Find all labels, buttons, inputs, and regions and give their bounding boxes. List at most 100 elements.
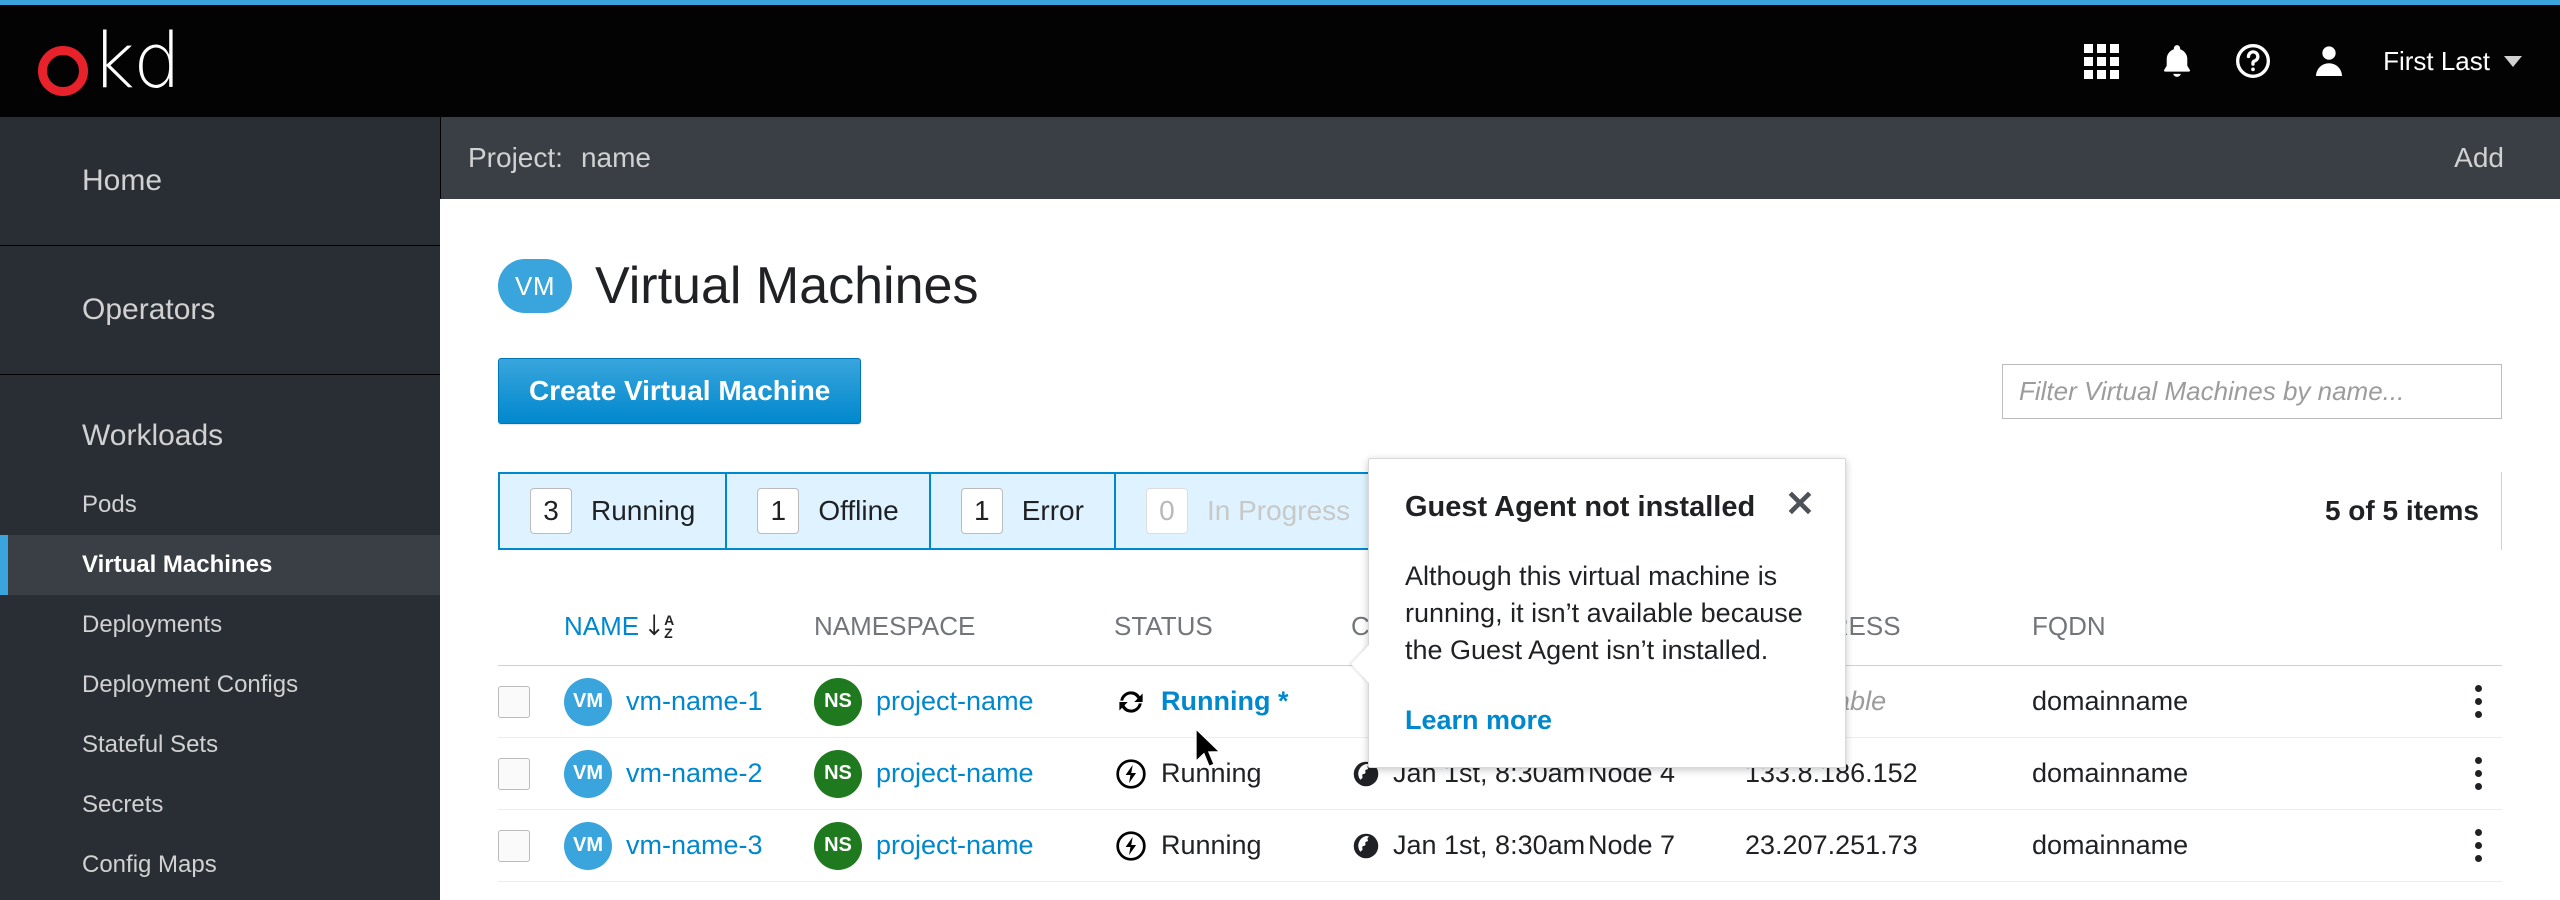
status-filter-offline-label: Offline: [818, 495, 899, 526]
row-actions-cell: [2412, 823, 2492, 868]
row-actions-cell: [2412, 751, 2492, 796]
sidebar-item-home[interactable]: Home: [0, 117, 440, 245]
sidebar-item-config-maps[interactable]: Config Maps: [0, 835, 440, 895]
row-namespace-link[interactable]: project-name: [876, 686, 1034, 717]
row-status-cell: Running: [1114, 829, 1351, 863]
row-name-link[interactable]: vm-name-3: [626, 830, 763, 861]
popover-title: Guest Agent not installed: [1405, 491, 1756, 523]
add-button[interactable]: Add: [2454, 142, 2504, 174]
items-count-label: 5 of 5 items: [2325, 472, 2502, 550]
create-virtual-machine-button[interactable]: Create Virtual Machine: [498, 358, 862, 424]
vm-badge-icon: VM: [564, 749, 612, 798]
sidebar-item-deployments[interactable]: Deployments: [0, 595, 440, 655]
popover-body-text: Although this virtual machine is running…: [1405, 561, 1803, 665]
status-filter-running-count: 3: [530, 488, 572, 534]
row-actions-cell: [2412, 679, 2492, 724]
table-header-name-label: NAME: [564, 611, 640, 641]
row-kebab-menu-icon[interactable]: [2465, 823, 2492, 868]
row-namespace-link[interactable]: project-name: [876, 830, 1034, 861]
okd-console-window: kd First Last Home Operators Workloads P…: [0, 0, 2560, 900]
okd-logo-o-icon: [38, 46, 88, 96]
sidebar-item-pods[interactable]: Pods: [0, 475, 440, 535]
row-namespace-link[interactable]: project-name: [876, 758, 1034, 789]
row-name-cell: VM vm-name-3: [564, 821, 814, 870]
table-row[interactable]: VM vm-name-3 NS project-name Running Jan…: [498, 810, 2502, 882]
table-header-namespace[interactable]: NAMESPACE: [814, 611, 1114, 642]
project-bar: Project: name Add: [440, 117, 2560, 199]
sidebar-section-workloads: Workloads Pods Virtual Machines Deployme…: [0, 375, 440, 900]
help-circle-icon[interactable]: [2215, 23, 2291, 99]
bolt-circle-icon: [1114, 757, 1148, 791]
popover-learn-more-link[interactable]: Learn more: [1369, 669, 1845, 736]
row-created-value: Jan 1st, 8:30am: [1393, 830, 1586, 860]
row-node-cell: Node 7: [1588, 830, 1676, 860]
ns-badge-icon: NS: [814, 677, 862, 726]
page-header: VM Virtual Machines: [498, 256, 2560, 316]
clock-globe-icon: [1351, 831, 1381, 861]
row-ip-cell: 23.207.251.73: [1745, 830, 1918, 860]
row-status-label: Running: [1161, 758, 1262, 788]
close-icon[interactable]: ✕: [1785, 486, 1815, 522]
popover-arrow: [1351, 645, 1369, 683]
row-status-label: Running: [1161, 830, 1262, 860]
table-header-name[interactable]: NAME AZ: [564, 611, 814, 642]
sort-alpha-down-icon: AZ: [647, 612, 674, 642]
project-name-selector[interactable]: name: [581, 142, 651, 174]
table-header-status[interactable]: STATUS: [1114, 611, 1351, 642]
sidebar-group-title-workloads: Workloads: [82, 419, 224, 452]
project-label: Project:: [468, 142, 563, 173]
sidebar-navigation: Home Operators Workloads Pods Virtual Ma…: [0, 117, 440, 900]
sidebar-item-virtual-machines[interactable]: Virtual Machines: [0, 535, 440, 595]
sidebar-item-secrets[interactable]: Secrets: [0, 775, 440, 835]
row-kebab-menu-icon[interactable]: [2465, 751, 2492, 796]
status-filter-running-label: Running: [591, 495, 696, 526]
row-namespace-cell: NS project-name: [814, 821, 1114, 870]
status-filter-running[interactable]: 3 Running: [500, 474, 728, 548]
row-namespace-cell: NS project-name: [814, 749, 1114, 798]
status-filter-offline[interactable]: 1 Offline: [727, 474, 931, 548]
vm-badge-icon: VM: [564, 821, 612, 870]
row-fqdn-cell: domainname: [2032, 830, 2189, 860]
user-name-label[interactable]: First Last: [2383, 46, 2490, 77]
row-checkbox[interactable]: [498, 757, 530, 790]
row-select-cell: [498, 829, 564, 862]
row-name-link[interactable]: vm-name-1: [626, 686, 763, 717]
sidebar-item-deployment-configs[interactable]: Deployment Configs: [0, 655, 440, 715]
row-fqdn-cell: domainname: [2032, 686, 2189, 716]
applications-grid-icon[interactable]: [2063, 23, 2139, 99]
status-filter-error[interactable]: 1 Error: [931, 474, 1116, 548]
row-status-cell: Running: [1114, 757, 1351, 791]
row-select-cell: [498, 685, 564, 718]
chevron-down-icon[interactable]: [2504, 55, 2522, 67]
status-filter-offline-count: 1: [757, 488, 800, 534]
row-status-label: Running *: [1161, 686, 1289, 716]
page-toolbar: Create Virtual Machine: [498, 358, 2502, 424]
status-filter-group: 3 Running 1 Offline 1 Error 0 In Progres…: [498, 472, 1383, 550]
sidebar-item-stateful-sets[interactable]: Stateful Sets: [0, 715, 440, 775]
bell-icon[interactable]: [2139, 23, 2215, 99]
row-checkbox[interactable]: [498, 829, 530, 862]
row-select-cell: [498, 757, 564, 790]
row-namespace-cell: NS project-name: [814, 677, 1114, 726]
row-created-cell: Jan 1st, 8:30am: [1351, 830, 1588, 861]
row-name-cell: VM vm-name-2: [564, 749, 814, 798]
table-header-fqdn[interactable]: FQDN: [2032, 611, 2412, 642]
row-checkbox[interactable]: [498, 685, 530, 718]
popover-header: Guest Agent not installed ✕: [1369, 459, 1845, 524]
filter-virtual-machines-input[interactable]: [2002, 363, 2502, 419]
row-name-link[interactable]: vm-name-2: [626, 758, 763, 789]
row-fqdn-cell: domainname: [2032, 758, 2189, 788]
status-filter-error-count: 1: [960, 488, 1003, 534]
sidebar-item-operators[interactable]: Operators: [0, 246, 440, 374]
sync-icon: [1114, 685, 1148, 719]
user-icon[interactable]: [2291, 23, 2367, 99]
row-name-cell: VM vm-name-1: [564, 677, 814, 726]
bolt-circle-icon: [1114, 829, 1148, 863]
row-kebab-menu-icon[interactable]: [2465, 679, 2492, 724]
sidebar-section-operators: Operators: [0, 246, 440, 375]
masthead-actions: First Last: [2063, 23, 2522, 99]
ns-badge-icon: NS: [814, 749, 862, 798]
okd-logo-text: kd: [91, 16, 181, 105]
okd-logo[interactable]: kd: [38, 16, 181, 105]
vm-resource-badge: VM: [498, 259, 572, 313]
